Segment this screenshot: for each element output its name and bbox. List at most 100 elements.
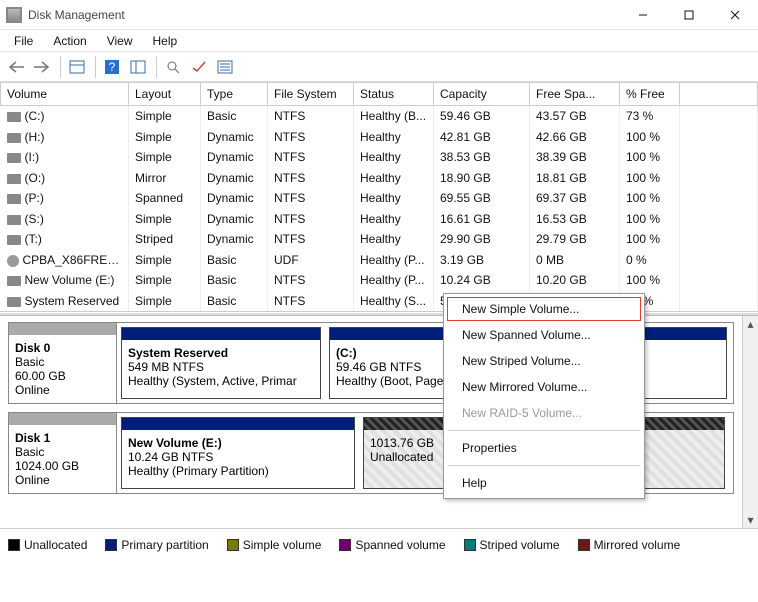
volume-size: 59.46 GB NTFS — [336, 360, 421, 374]
drive-icon — [7, 235, 21, 245]
cell-free: 29.79 GB — [530, 229, 620, 249]
cell-capacity: 38.53 GB — [434, 147, 530, 167]
volume-status: Healthy (Primary Partition) — [128, 464, 269, 478]
table-row[interactable]: (C:)SimpleBasicNTFSHealthy (B...59.46 GB… — [1, 106, 758, 127]
svg-text:?: ? — [109, 60, 116, 74]
volume-status: Unallocated — [370, 450, 433, 464]
legend-swatch — [105, 539, 117, 551]
col-capacity[interactable]: Capacity — [434, 83, 530, 106]
col-layout[interactable]: Layout — [129, 83, 201, 106]
col-filesystem[interactable]: File System — [268, 83, 354, 106]
search-icon[interactable] — [161, 55, 185, 79]
scroll-down-icon[interactable]: ▾ — [743, 512, 758, 528]
toolbar-separator — [60, 56, 61, 78]
cell-capacity: 69.55 GB — [434, 188, 530, 208]
menu-separator — [448, 465, 640, 466]
cell-fs: NTFS — [268, 147, 354, 167]
vertical-scrollbar[interactable]: ▴ ▾ — [742, 316, 758, 528]
menu-help[interactable]: Help — [143, 32, 188, 50]
maximize-button[interactable] — [666, 0, 712, 30]
cell-pct: 100 % — [620, 270, 680, 290]
cell-pct: 100 % — [620, 168, 680, 188]
cell-capacity: 10.24 GB — [434, 270, 530, 290]
table-row[interactable]: (I:)SimpleDynamicNTFSHealthy38.53 GB38.3… — [1, 147, 758, 167]
cell-free: 69.37 GB — [530, 188, 620, 208]
drive-icon — [7, 297, 21, 307]
volume-name: (C:) — [336, 346, 357, 360]
menu-item[interactable]: New Striped Volume... — [446, 348, 642, 374]
cell-status: Healthy — [354, 208, 434, 228]
legend-item: Striped volume — [464, 538, 560, 552]
cell-volume: (C:) — [25, 109, 45, 123]
legend-item: Mirrored volume — [578, 538, 681, 552]
menu-view[interactable]: View — [97, 32, 143, 50]
cell-capacity: 16.61 GB — [434, 208, 530, 228]
legend-swatch — [464, 539, 476, 551]
menu-item[interactable]: New Simple Volume... — [446, 296, 642, 322]
cell-type: Dynamic — [201, 147, 268, 167]
cell-volume: (S:) — [25, 212, 44, 226]
cell-type: Basic — [201, 270, 268, 290]
cell-layout: Spanned — [129, 188, 201, 208]
cell-volume: CPBA_X86FRE_ZH... — [23, 253, 129, 267]
cell-fs: NTFS — [268, 127, 354, 147]
disk-0-size: 60.00 GB — [15, 369, 66, 383]
table-row[interactable]: (S:)SimpleDynamicNTFSHealthy16.61 GB16.5… — [1, 208, 758, 228]
cell-free: 16.53 GB — [530, 208, 620, 228]
menu-separator — [448, 430, 640, 431]
legend: UnallocatedPrimary partitionSimple volum… — [0, 528, 758, 560]
table-row[interactable]: (P:)SpannedDynamicNTFSHealthy69.55 GB69.… — [1, 188, 758, 208]
col-status[interactable]: Status — [354, 83, 434, 106]
menu-item[interactable]: Properties — [446, 435, 642, 461]
list-icon[interactable] — [213, 55, 237, 79]
col-volume[interactable]: Volume — [1, 83, 129, 106]
back-button[interactable] — [4, 55, 28, 79]
menu-file[interactable]: File — [4, 32, 43, 50]
menu-action[interactable]: Action — [43, 32, 96, 50]
cell-pct: 100 % — [620, 127, 680, 147]
table-row[interactable]: New Volume (E:)SimpleBasicNTFSHealthy (P… — [1, 270, 758, 290]
minimize-button[interactable] — [620, 0, 666, 30]
disk-1-title: Disk 1 — [15, 431, 50, 445]
col-pctfree[interactable]: % Free — [620, 83, 680, 106]
close-button[interactable] — [712, 0, 758, 30]
cell-volume: (P:) — [25, 191, 44, 205]
cell-status: Healthy (B... — [354, 106, 434, 127]
check-icon[interactable] — [187, 55, 211, 79]
forward-button[interactable] — [30, 55, 54, 79]
scroll-up-icon[interactable]: ▴ — [743, 316, 758, 332]
col-spacer — [680, 83, 758, 106]
legend-swatch — [578, 539, 590, 551]
volumes-table[interactable]: Volume Layout Type File System Status Ca… — [0, 82, 758, 311]
drive-icon — [7, 133, 21, 143]
menu-item[interactable]: Help — [446, 470, 642, 496]
table-row[interactable]: (H:)SimpleDynamicNTFSHealthy42.81 GB42.6… — [1, 127, 758, 147]
cell-type: Dynamic — [201, 208, 268, 228]
cell-pct: 73 % — [620, 106, 680, 127]
cell-status: Healthy — [354, 229, 434, 249]
toolbar: ? — [0, 52, 758, 82]
drive-icon — [7, 215, 21, 225]
panel-icon[interactable] — [65, 55, 89, 79]
menu-item[interactable]: New Spanned Volume... — [446, 322, 642, 348]
col-freespace[interactable]: Free Spa... — [530, 83, 620, 106]
menu-item[interactable]: New Mirrored Volume... — [446, 374, 642, 400]
cell-type: Dynamic — [201, 188, 268, 208]
cell-layout: Simple — [129, 249, 201, 269]
table-row[interactable]: (O:)MirrorDynamicNTFSHealthy18.90 GB18.8… — [1, 168, 758, 188]
cell-fs: UDF — [268, 249, 354, 269]
layout-icon[interactable] — [126, 55, 150, 79]
disk-1-kind: Basic — [15, 445, 44, 459]
table-row[interactable]: CPBA_X86FRE_ZH...SimpleBasicUDFHealthy (… — [1, 249, 758, 269]
col-type[interactable]: Type — [201, 83, 268, 106]
cell-layout: Simple — [129, 127, 201, 147]
volume-region[interactable]: System Reserved549 MB NTFSHealthy (Syste… — [121, 327, 321, 399]
disk-0-kind: Basic — [15, 355, 44, 369]
table-header-row[interactable]: Volume Layout Type File System Status Ca… — [1, 83, 758, 106]
volume-region[interactable]: New Volume (E:)10.24 GB NTFSHealthy (Pri… — [121, 417, 355, 489]
help-icon[interactable]: ? — [100, 55, 124, 79]
table-row[interactable]: (T:)StripedDynamicNTFSHealthy29.90 GB29.… — [1, 229, 758, 249]
cell-capacity: 3.19 GB — [434, 249, 530, 269]
cell-layout: Simple — [129, 106, 201, 127]
drive-icon — [7, 174, 21, 184]
